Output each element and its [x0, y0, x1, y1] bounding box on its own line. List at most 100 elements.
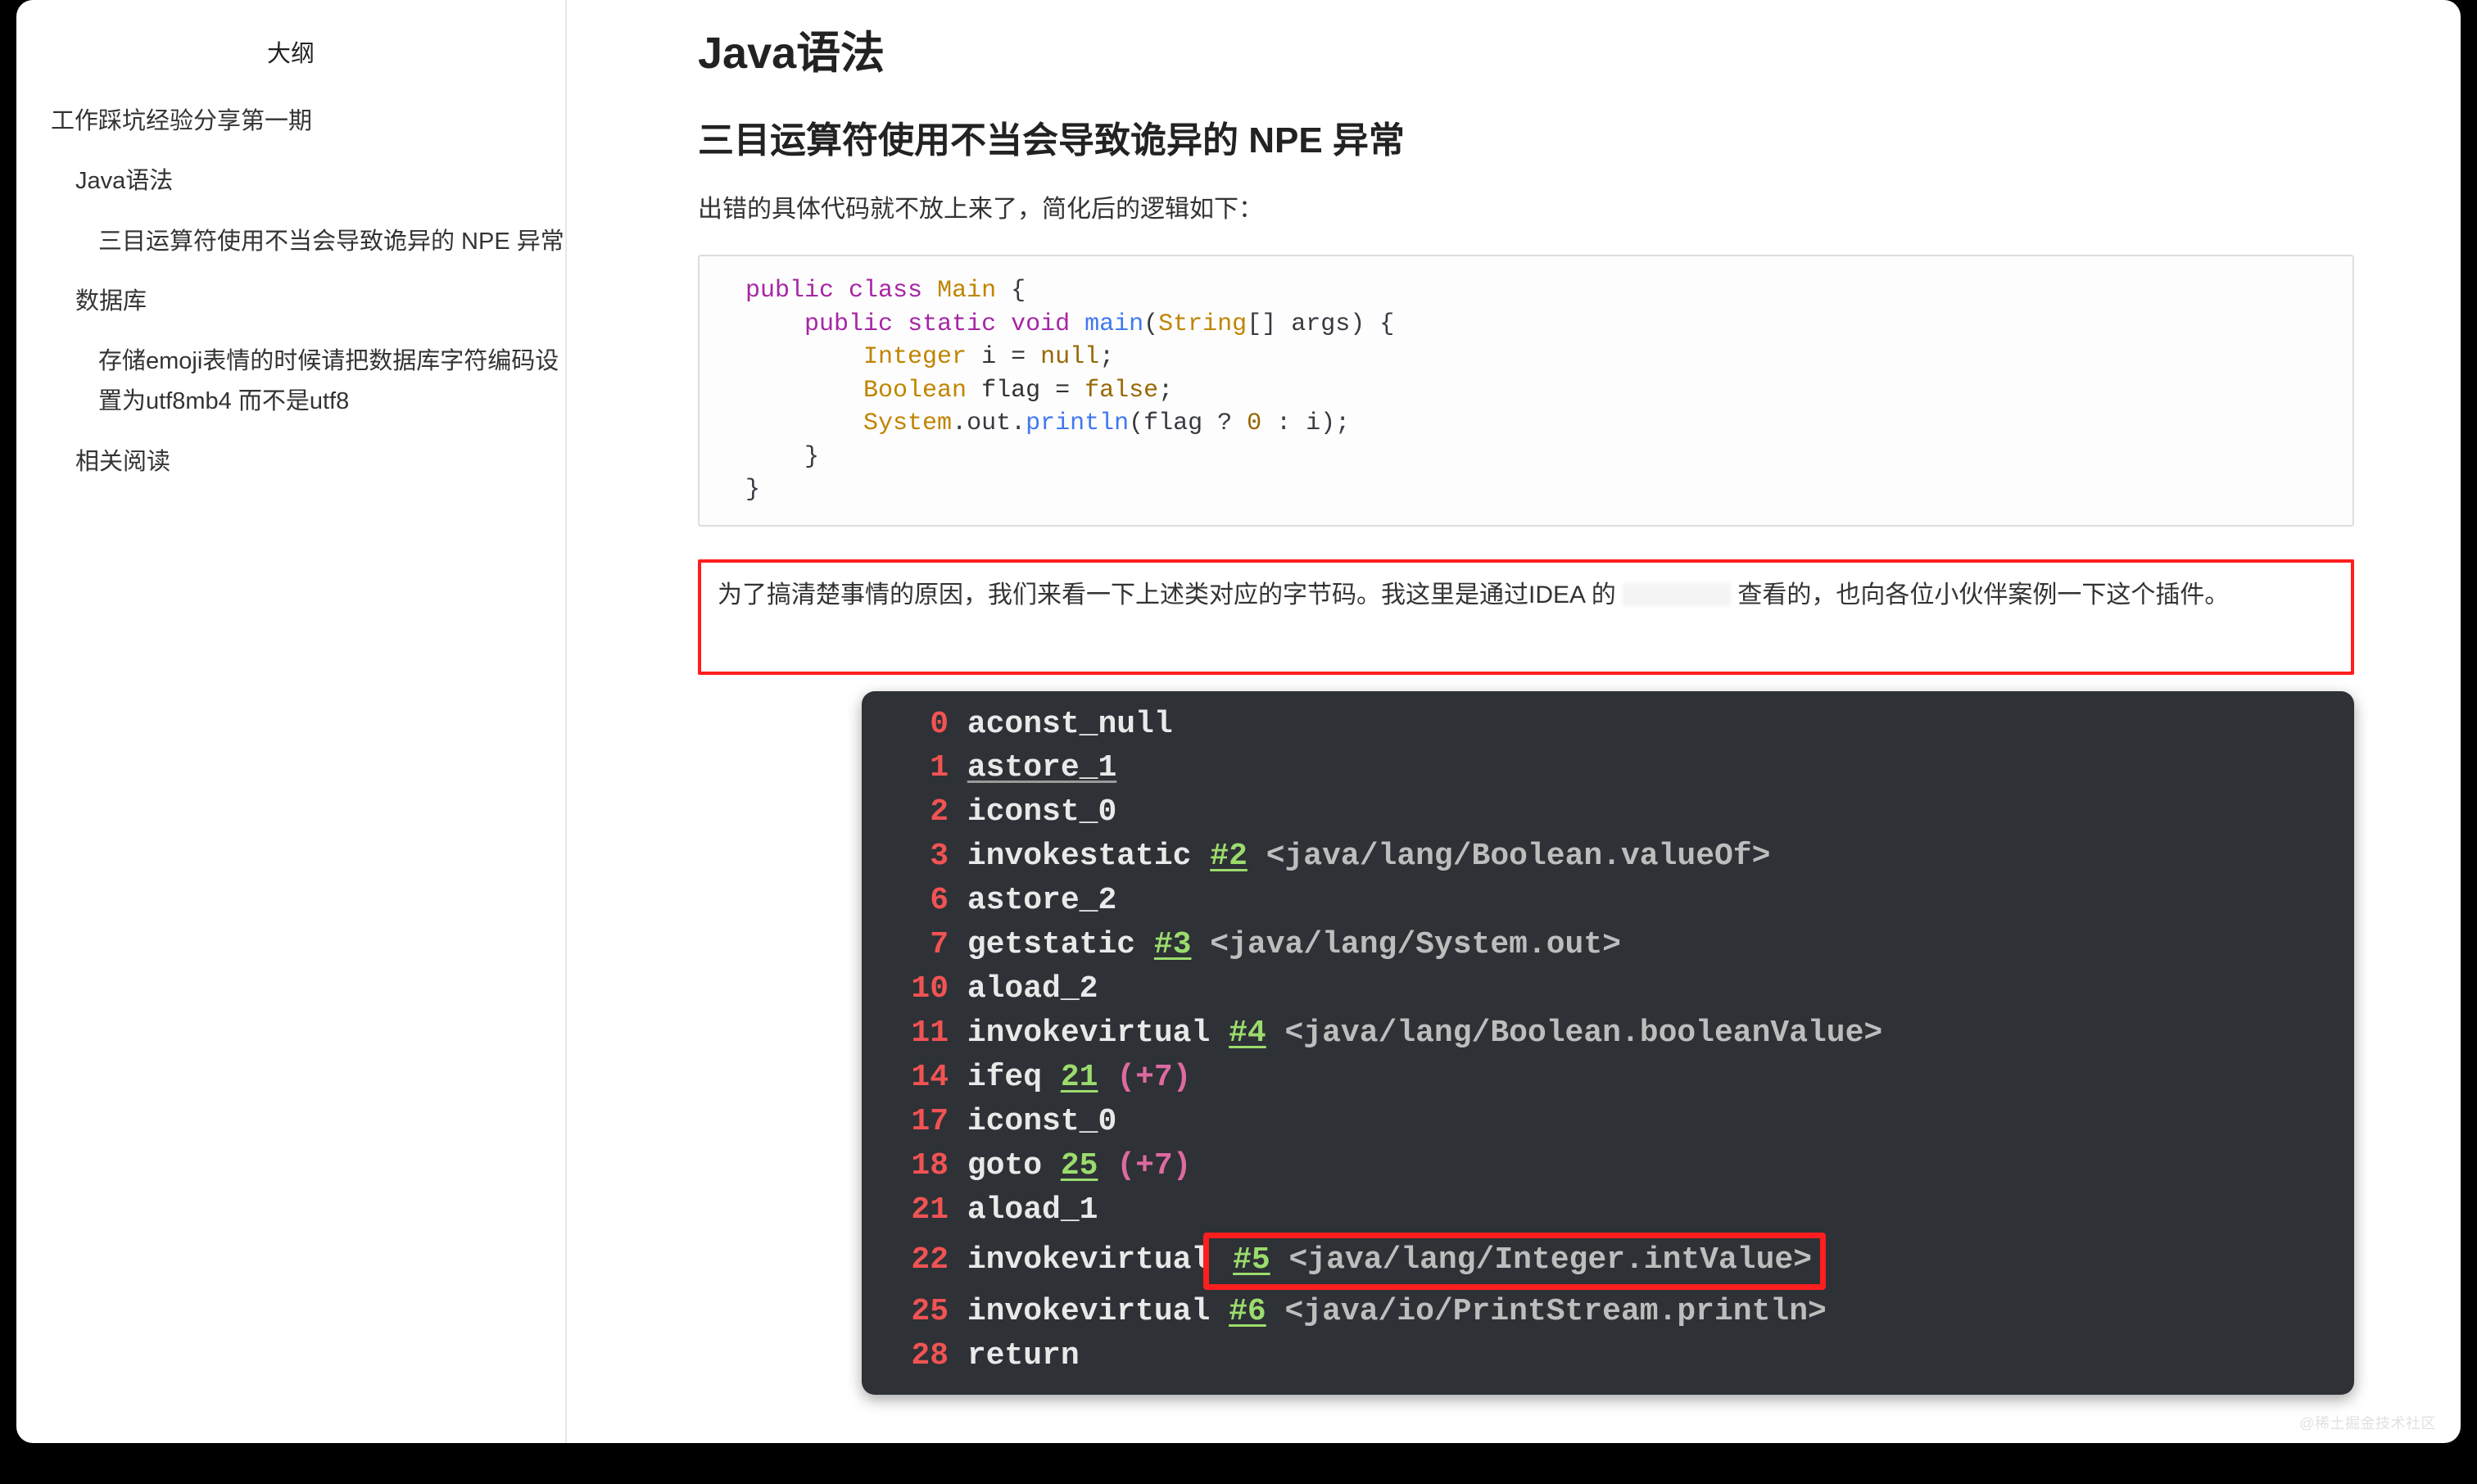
heading-2: 三目运算符使用不当会导致诡异的 NPE 异常	[698, 111, 2354, 163]
bytecode-row: 14 ifeq 21 (+7)	[894, 1056, 2321, 1100]
token-punct: }	[745, 476, 760, 504]
bytecode-jump-target: 25	[1061, 1148, 1098, 1183]
bytecode-descriptor: <java/lang/Boolean.booleanValue>	[1285, 1016, 1883, 1051]
bytecode-descriptor: <java/lang/Integer.intValue>	[1289, 1242, 1813, 1278]
toc-item[interactable]: 相关阅读	[16, 432, 565, 492]
bytecode-offset-rel: (+7)	[1116, 1148, 1191, 1183]
bytecode-row: 18 goto 25 (+7)	[894, 1144, 2321, 1188]
bytecode-instruction: getstatic	[967, 927, 1135, 962]
bytecode-constpool-ref: #3	[1154, 927, 1192, 962]
token-punct: [] args) {	[1247, 310, 1394, 338]
token-literal: 0	[1247, 409, 1261, 437]
bytecode-instruction: invokevirtual	[967, 1294, 1210, 1329]
heading-1: Java语法	[698, 16, 2354, 81]
redacted-plugin-name	[1623, 583, 1731, 606]
article-content: Java语法 三目运算符使用不当会导致诡异的 NPE 异常 出错的具体代码就不放…	[567, 0, 2461, 1443]
bytecode-row: 1 astore_1	[894, 746, 2321, 790]
code-snippet: public class Main { public static void m…	[698, 255, 2354, 527]
bytecode-ref-group: #5 <java/lang/Integer.intValue>	[1203, 1233, 1826, 1290]
token-func: println	[1026, 409, 1129, 437]
bytecode-instruction: aload_2	[967, 971, 1098, 1007]
token-func: main	[1085, 310, 1143, 338]
token-keyword: static	[908, 310, 996, 338]
token-punct: .out.	[952, 409, 1026, 437]
bytecode-row: 17 iconst_0	[894, 1100, 2321, 1144]
bytecode-instruction: invokevirtual	[967, 1242, 1210, 1278]
bytecode-instruction: iconst_0	[967, 794, 1116, 830]
bytecode-row: 22 invokevirtual #5 <java/lang/Integer.i…	[894, 1233, 2321, 1290]
bytecode-jump-target: 21	[1061, 1060, 1098, 1095]
bytecode-instruction: ifeq	[967, 1060, 1042, 1095]
callout-post: 查看的，也向各位小伙伴案例一下这个插件。	[1731, 581, 2229, 609]
toc-title: 大纲	[16, 16, 565, 92]
token-punct: {	[996, 277, 1026, 305]
bytecode-instruction: astore_1	[967, 750, 1116, 785]
token-class: Main	[937, 277, 996, 305]
bytecode-ref-group: #4 <java/lang/Boolean.booleanValue>	[1210, 1016, 1882, 1051]
token-keyword: class	[849, 277, 922, 305]
token-type: Integer	[863, 343, 967, 371]
intro-paragraph: 出错的具体代码就不放上来了，简化后的逻辑如下：	[698, 188, 2354, 232]
bytecode-ref-group: #6 <java/io/PrintStream.println>	[1210, 1294, 1827, 1329]
bytecode-constpool-ref: #4	[1229, 1016, 1266, 1051]
token-punct: : i);	[1261, 409, 1350, 437]
bytecode-row: 7 getstatic #3 <java/lang/System.out>	[894, 923, 2321, 967]
bytecode-instruction: iconst_0	[967, 1104, 1116, 1139]
token-var: i =	[967, 343, 1040, 371]
token-keyword: public	[804, 310, 893, 338]
toc-sidebar: 大纲 工作踩坑经验分享第一期 Java语法 三目运算符使用不当会导致诡异的 NP…	[16, 0, 567, 1443]
bytecode-offset: 14	[894, 1056, 949, 1100]
bytecode-offset-rel: (+7)	[1116, 1060, 1191, 1095]
bytecode-offset: 11	[894, 1011, 949, 1056]
toc-item[interactable]: 三目运算符使用不当会导致诡异的 NPE 异常	[16, 212, 565, 272]
token-punct: }	[804, 443, 819, 471]
highlight-callout: 为了搞清楚事情的原因，我们来看一下上述类对应的字节码。我这里是通过IDEA 的 …	[698, 559, 2354, 675]
bytecode-row: 11 invokevirtual #4 <java/lang/Boolean.b…	[894, 1011, 2321, 1056]
bytecode-instruction: return	[967, 1338, 1080, 1373]
bytecode-offset: 18	[894, 1144, 949, 1188]
token-literal: false	[1085, 377, 1158, 405]
bytecode-row: 0 aconst_null	[894, 703, 2321, 747]
bytecode-ref-group: #3 <java/lang/System.out>	[1135, 927, 1621, 962]
bytecode-offset: 10	[894, 967, 949, 1011]
bytecode-descriptor: <java/lang/Boolean.valueOf>	[1266, 839, 1771, 874]
bytecode-row: 6 astore_2	[894, 879, 2321, 923]
bytecode-offset: 25	[894, 1290, 949, 1334]
bytecode-row: 10 aload_2	[894, 967, 2321, 1011]
bytecode-row: 28 return	[894, 1334, 2321, 1378]
toc-item[interactable]: 数据库	[16, 272, 565, 332]
bytecode-row: 21 aload_1	[894, 1188, 2321, 1233]
toc-item[interactable]: Java语法	[16, 152, 565, 211]
toc-item[interactable]: 存储emoji表情的时候请把数据库字符编码设置为utf8mb4 而不是utf8	[16, 332, 565, 432]
bytecode-offset: 2	[894, 790, 949, 835]
token-punct: (flag ?	[1129, 409, 1247, 437]
bytecode-offset: 6	[894, 879, 949, 923]
bytecode-descriptor: <java/io/PrintStream.println>	[1285, 1294, 1827, 1329]
token-type: String	[1158, 310, 1247, 338]
bytecode-instruction: aload_1	[967, 1192, 1098, 1228]
token-var: flag =	[967, 377, 1085, 405]
bytecode-instruction: astore_2	[967, 883, 1116, 918]
bytecode-offset: 1	[894, 746, 949, 790]
toc-item[interactable]: 工作踩坑经验分享第一期	[16, 92, 565, 152]
bytecode-row: 3 invokestatic #2 <java/lang/Boolean.val…	[894, 835, 2321, 879]
token-type: Boolean	[863, 377, 967, 405]
token-keyword: public	[745, 277, 834, 305]
callout-text: 为了搞清楚事情的原因，我们来看一下上述类对应的字节码。我这里是通过IDEA 的 …	[718, 581, 2229, 609]
bytecode-instruction: invokevirtual	[967, 1016, 1210, 1051]
bytecode-panel: 0 aconst_null1 astore_12 iconst_03 invok…	[862, 691, 2354, 1395]
token-punct: ;	[1099, 343, 1114, 371]
bytecode-offset: 0	[894, 703, 949, 747]
bytecode-constpool-ref: #6	[1229, 1294, 1266, 1329]
bytecode-instruction: goto	[967, 1148, 1042, 1183]
token-class: System	[863, 409, 952, 437]
bytecode-ref-group: #2 <java/lang/Boolean.valueOf>	[1191, 839, 1770, 874]
bytecode-offset: 28	[894, 1334, 949, 1378]
token-literal: null	[1040, 343, 1099, 371]
bytecode-offset: 17	[894, 1100, 949, 1144]
bytecode-offset: 22	[894, 1238, 949, 1283]
bytecode-instruction: aconst_null	[967, 707, 1173, 742]
bytecode-constpool-ref: #2	[1210, 839, 1248, 874]
bytecode-offset: 21	[894, 1188, 949, 1233]
bytecode-row: 25 invokevirtual #6 <java/io/PrintStream…	[894, 1290, 2321, 1334]
